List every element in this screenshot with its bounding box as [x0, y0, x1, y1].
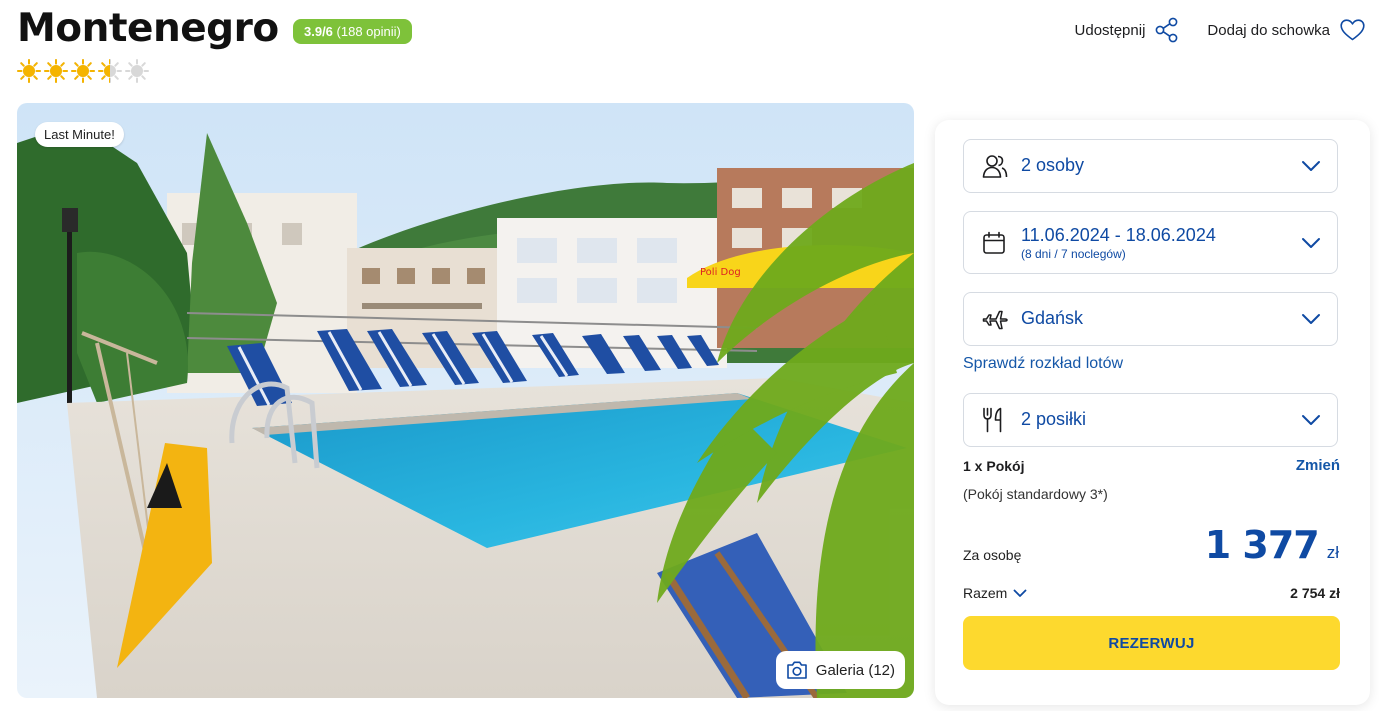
chevron-down-icon: [1302, 415, 1320, 425]
rating-badge[interactable]: 3.9/6 (188 opinii): [293, 19, 412, 44]
calendar-icon: [983, 231, 1005, 254]
favorite-button[interactable]: Dodaj do schowka: [1207, 19, 1365, 41]
room-change-link[interactable]: Zmień: [1296, 457, 1340, 474]
sun-star-icon: [125, 59, 149, 83]
sun-star-icon: [44, 59, 68, 83]
booking-panel: 2 osoby 11.06.2024 - 18.06.2024 (8 dni /…: [935, 120, 1370, 705]
favorite-label: Dodaj do schowka: [1207, 21, 1330, 39]
dates-value: 11.06.2024 - 18.06.2024: [1021, 225, 1216, 245]
chevron-down-icon: [1013, 589, 1027, 597]
share-button[interactable]: Udostępnij: [1075, 17, 1180, 43]
heart-icon: [1340, 19, 1365, 41]
sun-star-icon: [98, 59, 122, 83]
departure-value: Gdańsk: [1021, 308, 1084, 328]
hotel-title: Montenegro: [17, 6, 279, 51]
gallery-button[interactable]: Galeria (12): [775, 651, 905, 689]
cutlery-icon: [983, 407, 1002, 433]
departure-select[interactable]: Gdańsk: [963, 292, 1338, 346]
sun-star-icon: [71, 59, 95, 83]
dates-select[interactable]: 11.06.2024 - 18.06.2024 (8 dni / 7 nocle…: [963, 211, 1338, 274]
top-actions: Udostępnij Dodaj do schowka: [1075, 17, 1365, 43]
person-icon: [982, 155, 1008, 178]
price-per-person: 1 377 zł: [1205, 523, 1339, 567]
travelers-value: 2 osoby: [1021, 155, 1085, 175]
meals-value: 2 posiłki: [1021, 409, 1087, 429]
total-label: Razem: [963, 585, 1008, 601]
duration-value: (8 dni / 7 noclegów): [1021, 247, 1126, 261]
travelers-select[interactable]: 2 osoby: [963, 139, 1338, 193]
per-person-label: Za osobę: [963, 547, 1022, 563]
share-label: Udostępnij: [1074, 21, 1146, 39]
sun-star-icon: [17, 59, 41, 83]
room-type: (Pokój standardowy 3*): [963, 486, 1108, 502]
share-icon: [1156, 17, 1178, 43]
meals-select[interactable]: 2 posiłki: [963, 393, 1338, 447]
gallery-label: Galeria (12): [815, 661, 895, 679]
camera-icon: [786, 661, 807, 679]
price-currency: zł: [1326, 543, 1339, 562]
total-value: 2 754 zł: [1290, 585, 1340, 601]
last-minute-badge: Last Minute!: [35, 122, 124, 147]
flight-schedule-link[interactable]: Sprawdź rozkład lotów: [963, 355, 1123, 373]
chevron-down-icon: [1302, 314, 1320, 324]
room-count: 1 x Pokój: [963, 458, 1025, 474]
chevron-down-icon: [1302, 237, 1320, 248]
umbrella-banner-text: Poli Dog: [700, 267, 741, 278]
rating-score: 3.9/6: [304, 24, 333, 39]
airplane-icon: [982, 310, 1008, 330]
rating-count: (188 opinii): [336, 24, 401, 39]
total-toggle[interactable]: Razem: [963, 585, 1027, 601]
book-button[interactable]: REZERWUJ: [963, 616, 1340, 670]
price-amount: 1 377: [1204, 523, 1320, 567]
hotel-photo[interactable]: Poli Dog Last Minute! Galeria (12): [17, 103, 914, 698]
star-rating: [17, 59, 149, 83]
pool-scene-image: Poli Dog: [17, 103, 914, 698]
chevron-down-icon: [1302, 161, 1320, 171]
